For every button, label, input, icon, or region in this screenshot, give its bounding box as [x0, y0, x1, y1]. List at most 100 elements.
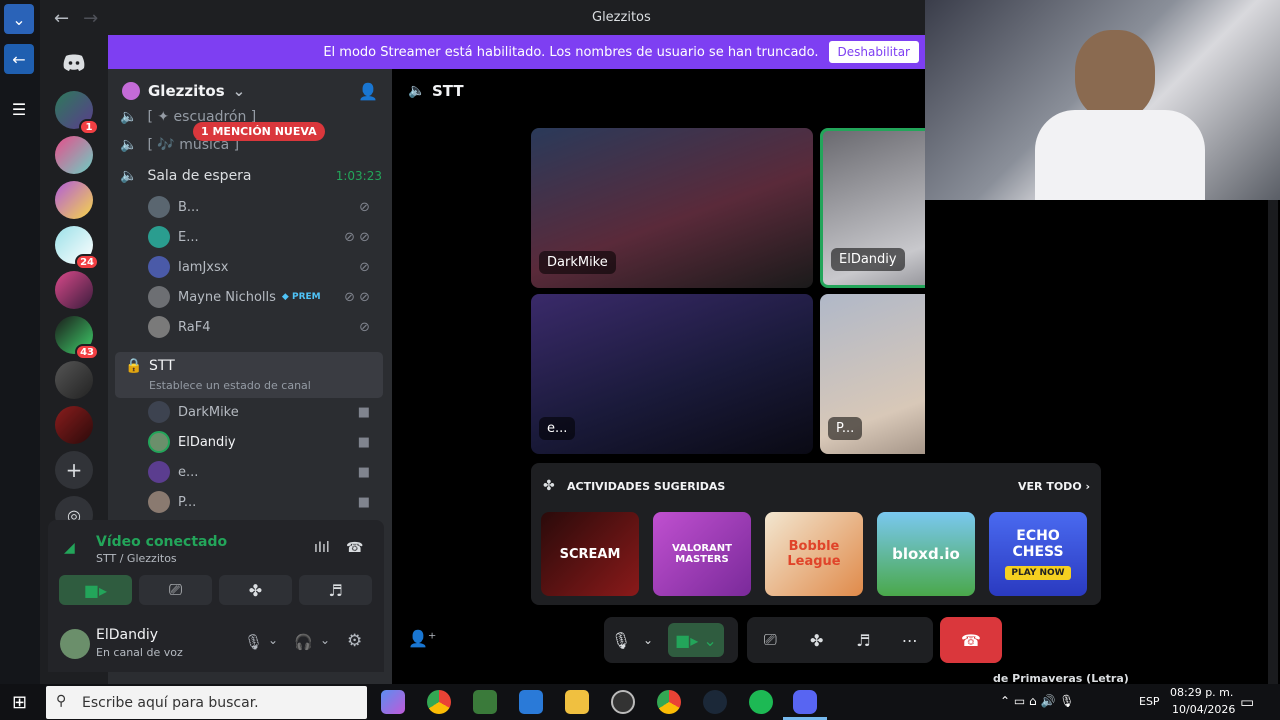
voice-member[interactable]: ElDandiy ■ [148, 428, 378, 456]
speaker-icon: 🔈 [408, 83, 426, 99]
video-icon: ■ [357, 494, 370, 510]
activities-button[interactable]: ✤ [219, 575, 292, 605]
taskbar-search[interactable]: ⚲ Escribe aquí para buscar. [46, 686, 367, 719]
voice-member[interactable]: B... ⊘ [148, 193, 378, 221]
voice-member[interactable]: e... ■ [148, 458, 378, 486]
suggested-activities: ✤ ACTIVIDADES SUGERIDAS VER TODO › SCREA… [531, 463, 1101, 605]
screen-share-icon[interactable]: ⎚ [753, 623, 787, 657]
back-arrow-icon[interactable]: ← [4, 44, 34, 74]
mic-camera-group: 🎙 ⌄ ■▸ ⌄ [604, 617, 738, 663]
window-title: Glezzitos [592, 10, 651, 25]
scrollbar[interactable] [1268, 200, 1278, 684]
microphone-icon[interactable]: 🎙 [604, 623, 638, 657]
activity-scream[interactable]: SCREAM [541, 512, 639, 596]
voice-member[interactable]: IamJxsx ⊘ [148, 253, 378, 281]
minecraft-icon[interactable] [473, 690, 497, 714]
activities-icon: ✤ [543, 478, 555, 494]
soundboard-icon: ♬ [328, 580, 343, 600]
server-icon[interactable] [55, 136, 93, 174]
server-icon[interactable] [55, 361, 93, 399]
more-icon[interactable]: ⋯ [893, 623, 927, 657]
activity-echo-chess[interactable]: ECHO CHESS PLAY NOW [989, 512, 1087, 596]
discord-icon[interactable] [793, 690, 817, 714]
video-tile[interactable]: e... [531, 294, 813, 454]
obs-icon[interactable] [611, 690, 635, 714]
back-icon[interactable]: ← [54, 8, 69, 29]
signal-icon[interactable]: ◢ [64, 540, 75, 556]
server-icon[interactable]: 43 [55, 316, 99, 360]
see-all-link[interactable]: VER TODO › [1018, 480, 1090, 493]
chevron-down-icon: ⌄ [232, 82, 246, 100]
video-icon: ■ [357, 404, 370, 420]
video-icon: ■ [357, 464, 370, 480]
voice-member[interactable]: RaF4 ⊘ [148, 313, 378, 341]
voice-member[interactable]: E... ⊘ ⊘ [148, 223, 378, 251]
media-group: ⎚ ✤ ♬ ⋯ [747, 617, 933, 663]
copilot-icon[interactable] [381, 690, 405, 714]
menu-icon[interactable]: ☰ [4, 94, 34, 124]
avatar [148, 286, 170, 308]
video-icon: ■ [357, 434, 370, 450]
deafened-icon: ⊘ [359, 259, 370, 275]
server-icon[interactable] [55, 181, 93, 219]
disconnect-icon[interactable]: ☎ [346, 540, 363, 556]
chevron-down-icon[interactable]: ⌄ [4, 4, 34, 34]
activity-valorant[interactable]: VALORANT MASTERS [653, 512, 751, 596]
screen-share-button[interactable]: ⎚ [139, 575, 212, 605]
soundboard-icon[interactable]: ♬ [846, 623, 880, 657]
server-icon[interactable]: 1 [55, 91, 99, 135]
voice-connection-panel: ◢ Vídeo conectado STT / Glezzitos ıIıl ☎… [48, 520, 384, 615]
channel-status[interactable]: Establece un estado de canal [149, 379, 311, 392]
chevron-down-icon[interactable]: ⌄ [638, 623, 658, 657]
activity-bobble-league[interactable]: Bobble League [765, 512, 863, 596]
chrome-profile-icon[interactable] [657, 690, 681, 714]
voice-channel-stt[interactable]: 🔒 STT Establece un estado de canal [115, 352, 383, 398]
chrome-icon[interactable] [427, 690, 451, 714]
add-user-icon[interactable]: 👤⁺ [408, 629, 436, 648]
spotify-icon[interactable] [749, 690, 773, 714]
tray-icons[interactable]: ⌃ ▭ ⌂ 🔊 🎙 [1000, 694, 1074, 708]
server-icon[interactable]: 24 [55, 226, 99, 270]
windows-start-icon[interactable]: ⊞ [12, 692, 27, 713]
headphones-icon[interactable]: 🎧 [294, 633, 313, 651]
activity-bloxd[interactable]: bloxd.io [877, 512, 975, 596]
steam-icon[interactable] [703, 690, 727, 714]
leave-call-button[interactable]: ☎ [940, 617, 1002, 663]
notifications-icon[interactable]: ▭ [1240, 693, 1254, 711]
activities-icon[interactable]: ✤ [800, 623, 834, 657]
add-member-icon[interactable]: 👤 [358, 82, 378, 101]
avatar [148, 256, 170, 278]
microphone-icon[interactable]: 🎙 [244, 633, 263, 651]
chevron-down-icon[interactable]: ⌄ [268, 633, 278, 647]
camera-icon[interactable]: ■▸ ⌄ [668, 623, 724, 657]
server-icon[interactable] [55, 406, 93, 444]
voice-channel-waiting-room[interactable]: 🔈 Sala de espera 1:03:23 [120, 162, 388, 190]
gear-icon[interactable]: ⚙ [347, 631, 362, 651]
server-name: Glezzitos [148, 82, 225, 100]
camera-icon: ■▸ [83, 580, 108, 600]
server-icon[interactable] [55, 271, 93, 309]
voice-member[interactable]: P... ■ [148, 488, 378, 516]
banner-text: El modo Streamer está habilitado. Los no… [323, 44, 819, 60]
add-server-icon[interactable]: + [55, 451, 93, 489]
store-icon[interactable] [519, 690, 543, 714]
forward-icon[interactable]: → [83, 8, 98, 29]
camera-button[interactable]: ■▸ [59, 575, 132, 605]
soundboard-button[interactable]: ♬ [299, 575, 372, 605]
disable-streamer-button[interactable]: Deshabilitar [828, 41, 919, 63]
soundboard-icon[interactable]: ıIıl [314, 540, 330, 556]
new-mention-pill[interactable]: 1 MENCIÓN NUEVA [193, 122, 325, 141]
user-panel: ElDandiy En canal de voz 🎙 ⌄ 🎧 ⌄ ⚙ [48, 615, 384, 672]
prem-tag: ◆ PREM [281, 292, 321, 302]
title-bar: ← → Glezzitos [40, 0, 925, 36]
video-tile[interactable]: DarkMike [531, 128, 813, 288]
voice-member[interactable]: Mayne Nicholls ◆ PREM ⊘ ⊘ [148, 283, 378, 311]
voice-member[interactable]: DarkMike ■ [148, 398, 378, 426]
webcam-overlay [925, 0, 1280, 200]
file-explorer-icon[interactable] [565, 690, 589, 714]
chevron-down-icon[interactable]: ⌄ [320, 633, 330, 647]
speaker-icon: 🔈 [120, 137, 138, 153]
avatar[interactable] [60, 629, 90, 659]
discord-home-icon[interactable] [55, 43, 93, 81]
server-avatar [122, 82, 140, 100]
